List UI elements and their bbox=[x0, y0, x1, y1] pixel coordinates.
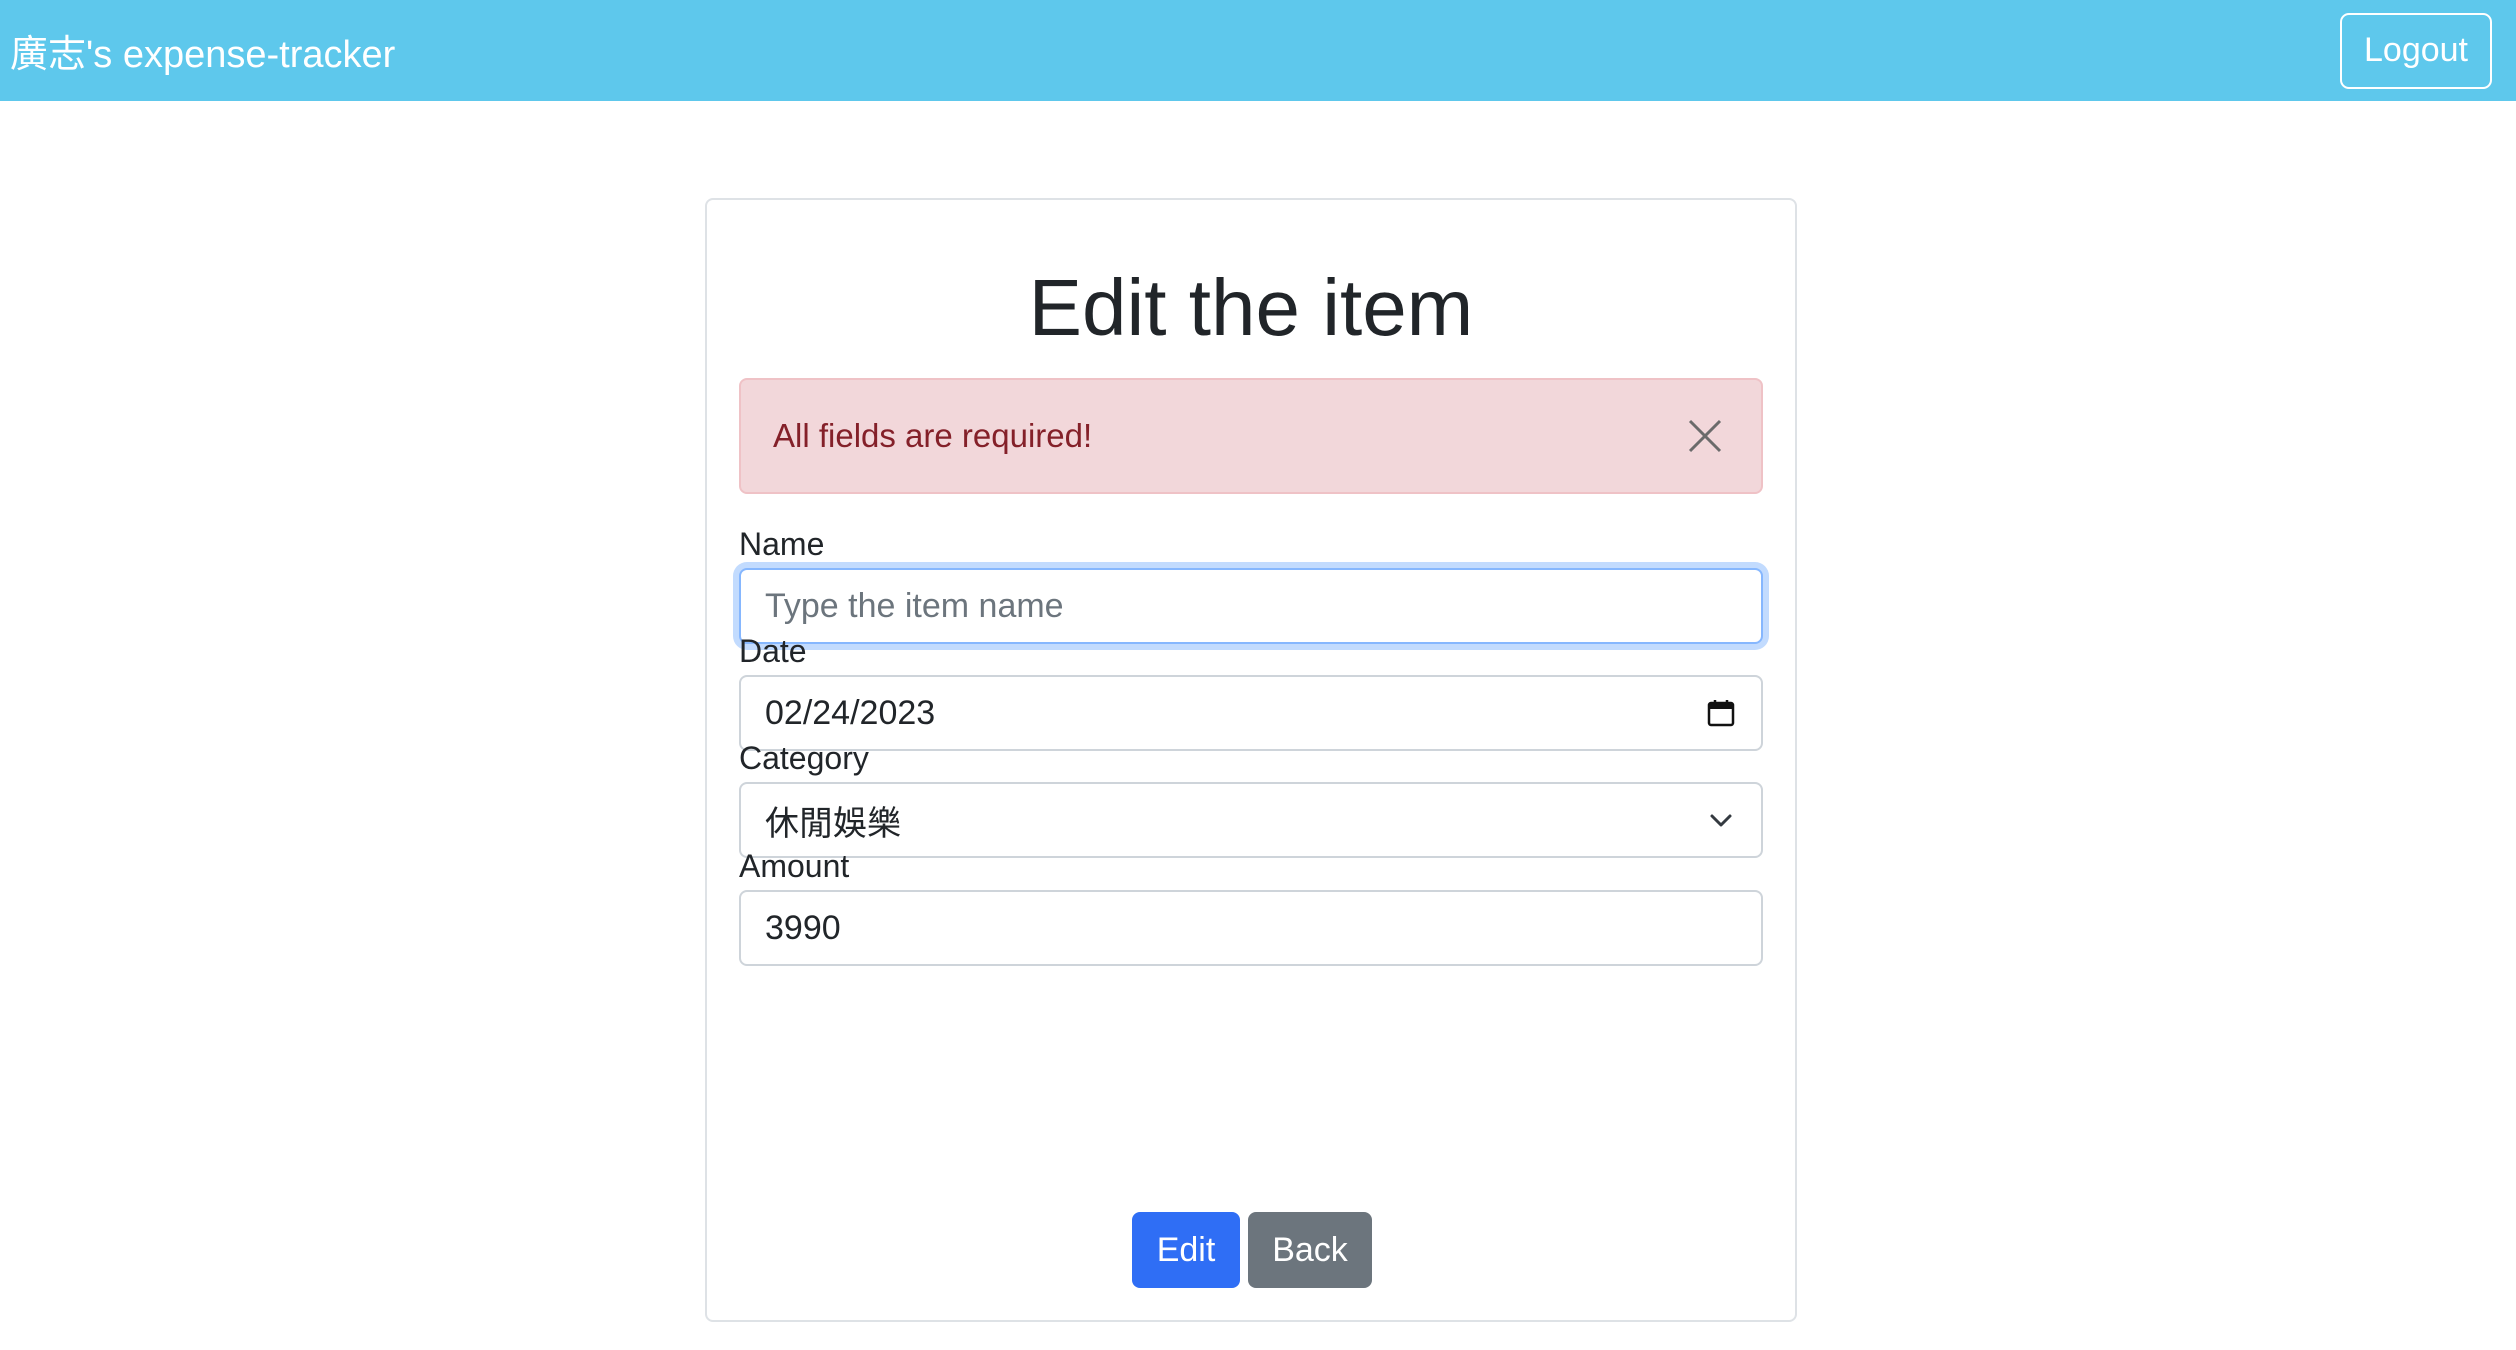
name-field-wrapper bbox=[739, 568, 1763, 644]
calendar-icon[interactable] bbox=[1705, 697, 1737, 729]
alert-close-button[interactable] bbox=[1681, 412, 1729, 460]
alert-message: All fields are required! bbox=[773, 417, 1093, 454]
chevron-down-icon bbox=[1705, 804, 1737, 836]
date-label: Date bbox=[739, 633, 807, 669]
edit-item-card: Edit the item All fields are required! N… bbox=[705, 198, 1797, 1322]
amount-label: Amount bbox=[739, 848, 850, 884]
edit-button[interactable]: Edit bbox=[1132, 1212, 1240, 1288]
category-label: Category bbox=[739, 740, 869, 776]
amount-value: 3990 bbox=[765, 908, 841, 947]
navbar: 廣志's expense-tracker Logout bbox=[0, 0, 2516, 101]
back-button[interactable]: Back bbox=[1248, 1212, 1372, 1288]
close-icon bbox=[1688, 419, 1722, 453]
amount-input[interactable]: 3990 bbox=[739, 890, 1763, 966]
logout-button[interactable]: Logout bbox=[2340, 12, 2492, 89]
name-input[interactable] bbox=[765, 586, 1737, 626]
category-select[interactable]: 休閒娛樂 bbox=[739, 782, 1763, 858]
category-selected-value: 休閒娛樂 bbox=[765, 804, 901, 843]
error-alert: All fields are required! bbox=[739, 378, 1763, 494]
date-input[interactable]: 02/24/2023 bbox=[739, 675, 1763, 751]
name-label: Name bbox=[739, 526, 825, 562]
date-value: 02/24/2023 bbox=[765, 693, 936, 732]
brand-title[interactable]: 廣志's expense-tracker bbox=[10, 23, 395, 78]
page-title: Edit the item bbox=[1028, 263, 1474, 352]
